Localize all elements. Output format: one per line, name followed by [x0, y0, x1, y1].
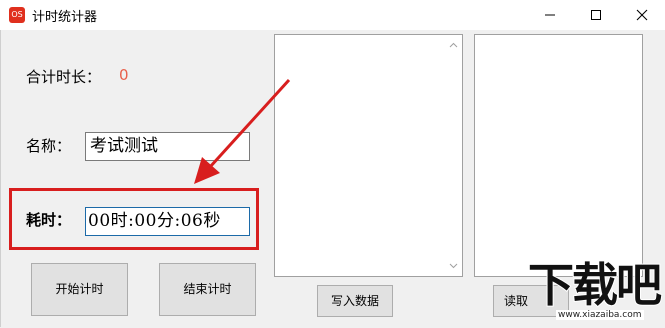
watermark-text: 下载吧	[527, 257, 663, 313]
watermark-url: www.xiazaiba.com	[556, 310, 644, 320]
app-window: OS 计时统计器 合计时长： 0 名称： 考试测试 耗时： 00时:00分:06…	[0, 0, 665, 328]
watermark-logo: 下载吧 www.xiazaiba.com	[527, 257, 665, 328]
